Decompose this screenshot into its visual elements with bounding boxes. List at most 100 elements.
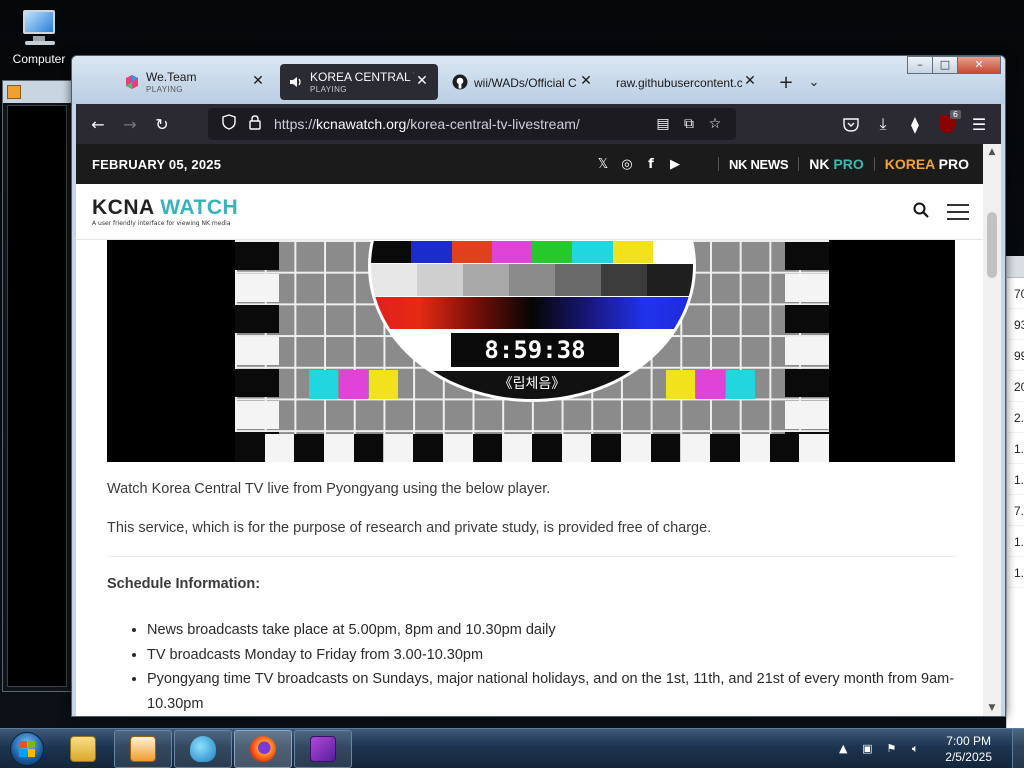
github-icon <box>452 74 468 90</box>
computer-icon-label: Computer <box>12 52 66 66</box>
background-spreadsheet-window[interactable]: 709399202.1.1.7.1.1. <box>1006 256 1024 728</box>
extensions-icon[interactable]: ⧫ <box>899 108 931 140</box>
close-tab-icon[interactable]: ✕ <box>250 73 266 89</box>
edge-block <box>442 434 473 462</box>
taskbar-firefox[interactable] <box>234 729 292 768</box>
network-icon[interactable]: ▣ <box>859 742 875 755</box>
close-tab-icon[interactable]: ✕ <box>742 73 758 89</box>
x-twitter-icon[interactable]: 𝕏 <box>596 157 610 172</box>
korea-pro-link[interactable]: KOREA PRO <box>885 156 969 172</box>
show-hidden-icons-icon[interactable]: ▲ <box>835 742 851 755</box>
list-item: News broadcasts take place at 5.00pm, 8p… <box>147 618 957 643</box>
back-icon[interactable]: ← <box>82 108 114 140</box>
close-tab-icon[interactable]: ✕ <box>414 73 430 89</box>
system-clock[interactable]: 7:00 PM 2/5/2025 <box>945 733 992 765</box>
picture-in-picture-icon[interactable]: ⧉ <box>676 116 702 132</box>
nk-pro-link[interactable]: NK PRO <box>809 156 863 172</box>
edge-block <box>502 434 532 462</box>
taskbar-media-player[interactable] <box>114 729 172 768</box>
tab-weteam[interactable]: We.Team PLAYING ✕ <box>116 64 274 100</box>
taskbar-dolphin[interactable] <box>174 729 232 768</box>
cell-value: 20 <box>1007 371 1024 402</box>
scrollbar-thumb[interactable] <box>987 212 997 278</box>
close-tab-icon[interactable]: ✕ <box>578 73 594 89</box>
action-center-flag-icon[interactable]: ⚑ <box>883 742 899 755</box>
page-content: FEBRUARY 05, 2025 𝕏 ◎ f ▶ NK NEWS NK PRO… <box>76 144 985 716</box>
tab-strip: We.Team PLAYING ✕ KOREA CENTRAL TV PLAYI… <box>116 64 828 100</box>
lock-icon[interactable] <box>242 114 268 134</box>
edge-block <box>591 434 622 462</box>
magenta-swatch <box>696 370 725 399</box>
site-menu-icon[interactable] <box>947 199 969 225</box>
new-tab-button[interactable]: + <box>772 72 800 93</box>
firefox-window: – □ ✕ We.Team PLAYING ✕ KOREA CENTRAL TV… <box>71 55 1006 717</box>
edge-block <box>235 400 279 429</box>
navigation-toolbar: ← → ↻ https://kcnawatch.org/korea-centra… <box>76 104 1001 144</box>
scroll-down-icon[interactable]: ▼ <box>983 700 1001 716</box>
edge-block <box>680 434 711 462</box>
hamburger-menu-icon[interactable]: ☰ <box>963 108 995 140</box>
list-item: Pyongyang time TV broadcasts on Sundays,… <box>147 667 957 716</box>
bookmark-star-icon[interactable]: ☆ <box>702 116 728 132</box>
ublock-origin-icon[interactable]: 6 <box>931 108 963 140</box>
gray-bar <box>417 264 463 296</box>
video-player[interactable]: 8:59:38 《립체음》 <box>107 240 955 462</box>
color-bar <box>491 241 532 263</box>
edge-block <box>294 434 325 462</box>
test-pattern-circle: 8:59:38 《립체음》 <box>368 240 696 402</box>
downloads-icon[interactable]: ⤓ <box>867 108 899 140</box>
intro-paragraph: Watch Korea Central TV live from Pyongya… <box>107 481 551 497</box>
cell-value: 7. <box>1007 495 1024 526</box>
edge-block <box>235 242 279 270</box>
edge-block <box>532 434 562 462</box>
search-icon[interactable] <box>913 202 929 222</box>
tab-title: wii/WADs/Official C <box>474 76 577 90</box>
facebook-icon[interactable]: f <box>644 157 658 172</box>
tab-github-wads[interactable]: wii/WADs/Official C ✕ <box>444 64 602 100</box>
schedule-heading: Schedule Information: <box>107 576 261 592</box>
article-text: Watch Korea Central TV live from Pyongya… <box>107 478 957 716</box>
color-bar <box>612 241 653 263</box>
tab-korea-central-tv[interactable]: KOREA CENTRAL TV PLAYING ✕ <box>280 64 438 100</box>
pocket-icon[interactable] <box>835 108 867 140</box>
speaker-icon[interactable] <box>288 74 304 90</box>
edge-block <box>621 434 651 462</box>
media-player-icon <box>7 85 21 99</box>
show-desktop-button[interactable] <box>1012 728 1024 768</box>
youtube-icon[interactable]: ▶ <box>668 157 682 172</box>
forward-icon[interactable]: → <box>114 108 146 140</box>
tracking-protection-icon[interactable] <box>216 114 242 134</box>
list-item: TV broadcasts Monday to Friday from 3.00… <box>147 643 957 668</box>
edge-block <box>785 305 829 334</box>
magenta-swatch <box>339 370 368 399</box>
taskbar-app[interactable] <box>294 729 352 768</box>
background-window[interactable] <box>2 80 72 692</box>
volume-icon[interactable]: 🔈︎ <box>907 742 923 756</box>
kcna-watch-logo[interactable]: KCNA WATCH A user friendly interface for… <box>92 196 238 227</box>
instagram-icon[interactable]: ◎ <box>620 157 634 172</box>
maximize-button[interactable]: □ <box>932 56 958 74</box>
start-button[interactable] <box>0 729 54 768</box>
close-window-button[interactable]: ✕ <box>957 56 1001 74</box>
scroll-up-icon[interactable]: ▲ <box>983 144 1001 160</box>
minimize-button[interactable]: – <box>907 56 933 74</box>
tab-raw-githubusercontent[interactable]: raw.githubusercontent.c ✕ <box>608 64 766 100</box>
reader-view-icon[interactable]: ▤ <box>650 116 676 132</box>
window-caption-buttons: – □ ✕ <box>907 56 1001 74</box>
color-bar <box>572 241 613 263</box>
broadcast-clock: 8:59:38 <box>451 333 619 367</box>
edge-block <box>324 434 354 462</box>
edge-block <box>785 337 829 366</box>
url-bar[interactable]: https://kcnawatch.org/korea-central-tv-l… <box>208 108 736 140</box>
page-scrollbar[interactable]: ▲ ▼ <box>983 144 1001 716</box>
taskbar-explorer[interactable] <box>54 730 112 768</box>
computer-desktop-icon[interactable]: Computer <box>6 8 72 66</box>
reload-icon[interactable]: ↻ <box>146 108 178 140</box>
edge-block <box>353 434 384 462</box>
edge-block <box>383 434 414 462</box>
edge-block <box>710 434 740 462</box>
weteam-icon <box>124 74 140 90</box>
nk-news-link[interactable]: NK NEWS <box>729 157 789 172</box>
list-all-tabs-button[interactable]: ⌄ <box>800 75 828 90</box>
notice-paragraph: This service, which is for the purpose o… <box>107 520 712 536</box>
